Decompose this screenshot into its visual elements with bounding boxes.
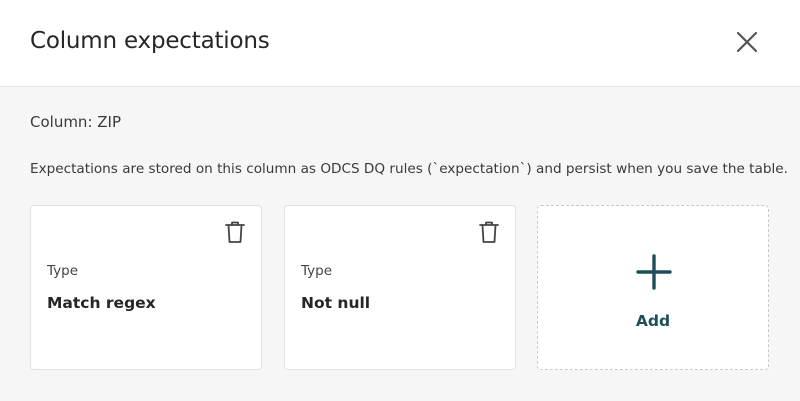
type-label: Type: [301, 263, 333, 279]
dialog-title: Column expectations: [30, 28, 270, 54]
type-value: Match regex: [47, 294, 156, 312]
expectation-card: Type Match regex: [30, 205, 262, 370]
expectation-card: Type Not null: [284, 205, 516, 370]
delete-expectation-button[interactable]: [477, 219, 501, 245]
dialog-header: Column expectations: [0, 0, 800, 87]
type-value: Not null: [301, 294, 371, 312]
close-icon: [736, 31, 758, 53]
add-expectation-button[interactable]: Add: [537, 205, 769, 370]
trash-icon: [225, 221, 245, 243]
type-label: Type: [47, 263, 79, 279]
delete-expectation-button[interactable]: [223, 219, 247, 245]
column-name: Column: ZIP: [30, 113, 122, 131]
expectations-description: Expectations are stored on this column a…: [30, 161, 788, 177]
add-label: Add: [635, 312, 671, 330]
trash-icon: [479, 221, 499, 243]
close-button[interactable]: [732, 27, 762, 57]
plus-icon: [636, 254, 672, 290]
